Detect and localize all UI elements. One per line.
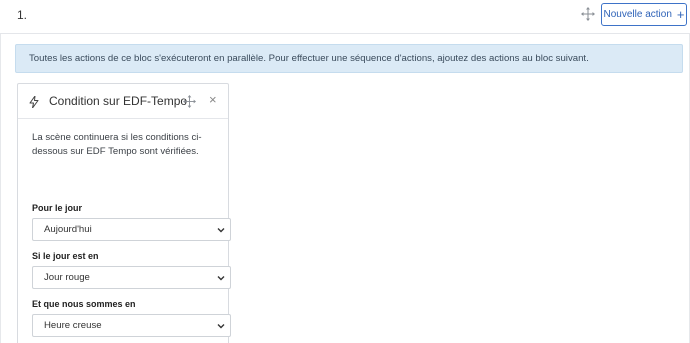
hour-type-select[interactable]: Heure creuse xyxy=(32,314,231,337)
card-title: Condition sur EDF-Tempo xyxy=(49,94,188,108)
new-action-button[interactable]: Nouvelle action + xyxy=(601,3,687,26)
field-label-day: Pour le jour xyxy=(32,203,83,213)
bolt-icon xyxy=(29,95,39,109)
move-icon[interactable] xyxy=(183,95,196,108)
hour-type-select-value: Heure creuse xyxy=(44,320,102,331)
card-description: La scène continuera si les conditions ci… xyxy=(32,132,202,157)
info-banner: Toutes les actions de ce bloc s'exécuter… xyxy=(15,44,683,73)
field-label-hours: Et que nous sommes en xyxy=(32,299,136,309)
field-label-color: Si le jour est en xyxy=(32,251,99,261)
card-header: Condition sur EDF-Tempo × xyxy=(18,84,228,119)
chevron-down-icon xyxy=(217,324,225,329)
day-color-select[interactable]: Jour rouge xyxy=(32,266,231,289)
action-card: Condition sur EDF-Tempo × La scène conti… xyxy=(17,83,231,343)
close-icon[interactable]: × xyxy=(209,93,217,106)
plus-icon: + xyxy=(676,7,685,22)
chevron-down-icon xyxy=(217,228,225,233)
day-select-value: Aujourd'hui xyxy=(44,224,92,235)
day-select[interactable]: Aujourd'hui xyxy=(32,218,231,241)
block-number: 1. xyxy=(17,8,28,22)
block-body: Toutes les actions de ce bloc s'exécuter… xyxy=(0,34,690,343)
block-header: 1. Nouvelle action + xyxy=(0,0,690,34)
chevron-down-icon xyxy=(217,276,225,281)
new-action-label: Nouvelle action xyxy=(603,9,672,20)
day-color-select-value: Jour rouge xyxy=(44,272,90,283)
move-icon[interactable] xyxy=(581,7,595,21)
